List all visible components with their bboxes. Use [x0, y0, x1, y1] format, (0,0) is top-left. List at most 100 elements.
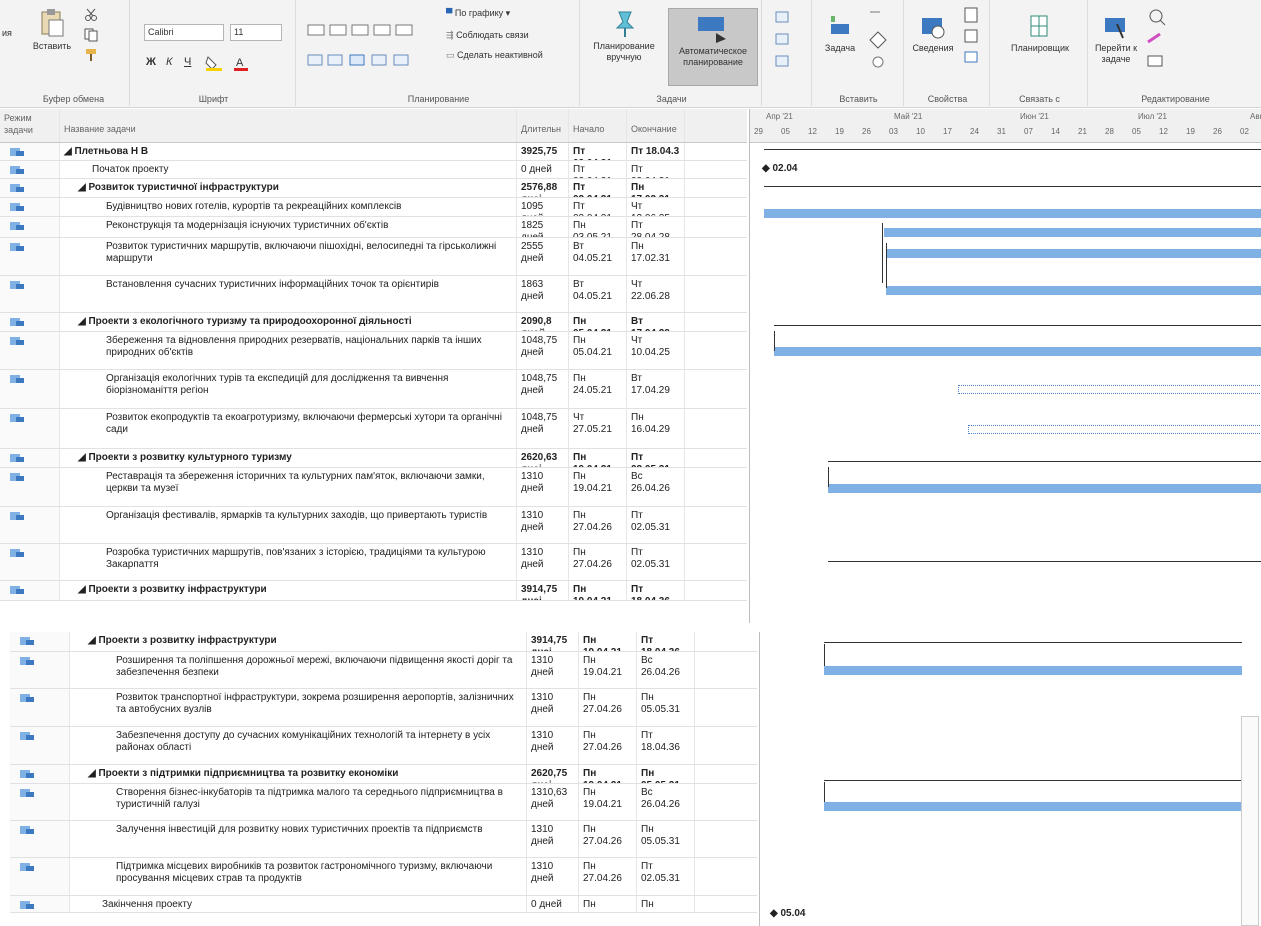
task-end[interactable]: Пт 02.04.21 [627, 161, 685, 178]
task-name[interactable]: Залучення інвестицій для розвитку нових … [70, 821, 527, 857]
task-duration[interactable]: 1310 дней [517, 544, 569, 580]
summary-bar[interactable] [828, 461, 1261, 462]
task-bar[interactable] [886, 249, 1261, 258]
task-start[interactable]: Пн 27.04.26 [579, 727, 637, 764]
copy-icon[interactable] [84, 28, 100, 42]
summary-bar[interactable] [828, 561, 1261, 562]
task-name[interactable]: Збереження та відновлення природних резе… [60, 332, 517, 369]
paste-button[interactable]: Вставить [32, 8, 72, 52]
task-row[interactable]: Створення бізнес-інкубаторів та підтримк… [10, 784, 757, 821]
summary-bar[interactable] [824, 642, 1242, 643]
task-end[interactable]: Пт 18.04.36 [627, 581, 685, 600]
task-row[interactable]: Організація екологічних турів та експеди… [0, 370, 747, 409]
task-row[interactable]: Встановлення сучасних туристичних інформ… [0, 276, 747, 313]
task-end[interactable]: Пт 18.04.36 [637, 632, 695, 651]
task-name[interactable]: ◢ Розвиток туристичної інфраструктури [60, 179, 517, 197]
task-end[interactable]: Вс 26.04.26 [637, 652, 695, 688]
task-start[interactable]: Пн 27.04.26 [579, 821, 637, 857]
search-icon[interactable] [1144, 6, 1184, 72]
task-row[interactable]: Розробка туристичних маршрутів, пов'язан… [0, 544, 747, 581]
header-mode[interactable]: Режим задачи [0, 109, 60, 142]
manual-schedule-button[interactable]: Планирование вручную [584, 8, 664, 63]
task-duration[interactable]: 1310 дней [517, 507, 569, 543]
task-end[interactable]: Чт 10.04.25 [627, 332, 685, 369]
task-end[interactable]: Пн 17.02.31 [627, 238, 685, 275]
task-duration[interactable]: 1310,63 дней [527, 784, 579, 820]
header-name[interactable]: Название задачи [60, 109, 517, 142]
task-end[interactable]: Пт 18.04.3 [627, 143, 685, 160]
task-end[interactable]: Пт 02.05.31 [627, 507, 685, 543]
milestone-marker[interactable]: ◆ 02.04 [762, 163, 798, 174]
summary-bar[interactable] [774, 325, 1261, 326]
header-duration[interactable]: Длительн [517, 109, 569, 142]
task-name[interactable]: Розвиток транспортної інфраструктури, зо… [70, 689, 527, 726]
task-end[interactable]: Пн 05.05.31 [637, 821, 695, 857]
header-start[interactable]: Начало [569, 109, 627, 142]
collapse-icon[interactable]: ◢ [88, 635, 98, 646]
task-start[interactable]: Пн 19.04.21 [569, 449, 627, 467]
task-row[interactable]: Закінчення проекту0 днейПн 05.04.21Пн 05… [10, 896, 757, 913]
insert-misc-icons[interactable] [866, 8, 890, 72]
task-bar[interactable] [824, 666, 1242, 675]
auto-schedule-button[interactable]: Автоматическое планирование [668, 8, 758, 86]
task-row[interactable]: ◢ Проекти з розвитку культурного туризму… [0, 449, 747, 468]
task-start[interactable]: Пн 19.04.21 [579, 784, 637, 820]
task-end[interactable]: Чт 22.06.28 [627, 276, 685, 312]
task-duration[interactable]: 1310 дней [527, 727, 579, 764]
fill-color-icon[interactable] [204, 55, 224, 71]
task-row[interactable]: Розвиток туристичних маршрутів, включаюч… [0, 238, 747, 276]
task-duration[interactable]: 1310 дней [527, 689, 579, 726]
task-start[interactable]: Пн 24.05.21 [569, 370, 627, 408]
task-end[interactable]: Пт 02.05.31 [627, 449, 685, 467]
task-name[interactable]: Реконструкція та модернізація існуючих т… [60, 217, 517, 237]
task-duration[interactable]: 1310 дней [527, 821, 579, 857]
properties-misc-icons[interactable] [962, 6, 984, 72]
task-duration[interactable]: 2576,88 днеі [517, 179, 569, 197]
task-row[interactable]: Розвиток екопродуктів та екоагротуризму,… [0, 409, 747, 449]
info-button[interactable]: Сведения [910, 14, 956, 54]
indent-link-icons[interactable] [306, 52, 436, 68]
task-bar[interactable] [774, 347, 1261, 356]
summary-bar[interactable] [764, 149, 1261, 150]
milestone-marker[interactable]: ◆ 05.04 [770, 908, 806, 919]
by-schedule-button[interactable]: ▀ По графику ▾ [446, 8, 510, 19]
task-start[interactable]: Пн 27.04.26 [569, 544, 627, 580]
task-start[interactable]: Чт 27.05.21 [569, 409, 627, 448]
task-name[interactable]: Підтримка місцевих виробників та розвито… [70, 858, 527, 895]
task-end[interactable]: Пт 02.05.31 [627, 544, 685, 580]
task-duration[interactable]: 1825 дней [517, 217, 569, 237]
task-end[interactable]: Пт 28.04.28 [627, 217, 685, 237]
task-start[interactable]: Пн 19.04.21 [579, 652, 637, 688]
planner-button[interactable]: Планировщик [998, 14, 1082, 54]
format-painter-icon[interactable] [84, 48, 100, 62]
task-row[interactable]: Розширення та поліпшення дорожньої мереж… [10, 652, 757, 689]
task-duration[interactable]: 3914,75 днеі [517, 581, 569, 600]
task-name[interactable]: Організація екологічних турів та експеди… [60, 370, 517, 408]
task-start[interactable]: Пт 02.04.21 [569, 143, 627, 160]
task-end[interactable]: Пн 17.02.31 [627, 179, 685, 197]
task-name[interactable]: Будівництво нових готелів, курортів та р… [60, 198, 517, 216]
font-color-icon[interactable]: A [232, 55, 250, 71]
task-name[interactable]: Початок проекту [60, 161, 517, 178]
task-name[interactable]: ◢ Проекти з екологічного туризму та прир… [60, 313, 517, 331]
task-bar[interactable] [764, 209, 1261, 218]
task-row[interactable]: Реставрація та збереження історичних та … [0, 468, 747, 507]
task-row[interactable]: ◢ Розвиток туристичної інфраструктури 257… [0, 179, 747, 198]
italic-button[interactable]: К [166, 56, 172, 68]
task-start[interactable]: Пн 27.04.26 [579, 858, 637, 895]
task-name[interactable]: ◢ Проекти з підтримки підприємництва та … [70, 765, 527, 783]
task-start[interactable]: Пн 19.04.21 [569, 581, 627, 600]
task-start[interactable]: Пн 19.04.21 [569, 468, 627, 506]
task-row[interactable]: Підтримка місцевих виробників та розвито… [10, 858, 757, 896]
vertical-scrollbar[interactable] [1241, 716, 1259, 926]
task-bar[interactable] [824, 802, 1242, 811]
task-name[interactable]: Закінчення проекту [70, 896, 527, 912]
task-row[interactable]: ◢ Проекти з розвитку інфраструктури 3914,… [0, 581, 747, 601]
manual-task-bar[interactable] [968, 425, 1261, 434]
task-duration[interactable]: 3925,75 дн [517, 143, 569, 160]
task-end[interactable]: Вт 17.04.29 [627, 370, 685, 408]
task-name[interactable]: Встановлення сучасних туристичних інформ… [60, 276, 517, 312]
task-start[interactable]: Пт 02.04.21 [569, 198, 627, 216]
font-name-select[interactable]: Calibri [144, 24, 224, 41]
collapse-icon[interactable]: ◢ [64, 146, 74, 157]
